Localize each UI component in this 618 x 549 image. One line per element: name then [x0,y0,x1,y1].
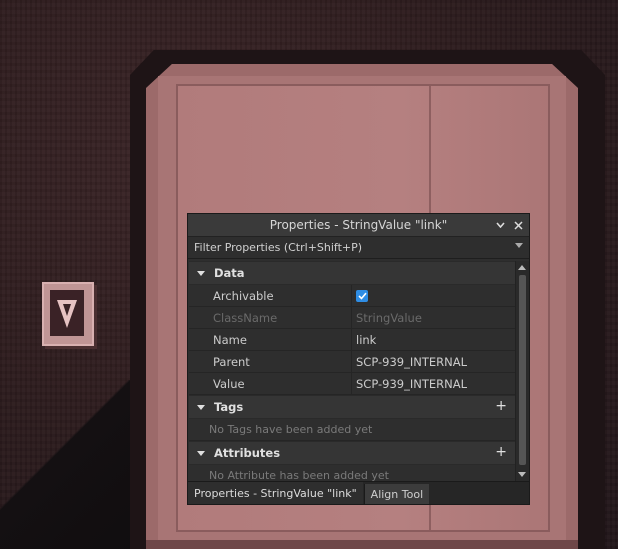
scroll-up-arrow-icon[interactable] [518,265,526,270]
property-row-parent[interactable]: Parent SCP-939_INTERNAL [189,351,515,373]
panel-title: Properties - StringValue "link" [269,218,448,232]
checkmark-icon [357,292,367,300]
property-row-value[interactable]: Value SCP-939_INTERNAL [189,373,515,395]
property-name: ClassName [189,307,352,328]
tab-align-tool[interactable]: Align Tool [363,484,430,504]
panel-tab-bar: Properties - StringValue "link" Align To… [188,481,529,504]
property-value-input[interactable]: SCP-939_INTERNAL [352,351,515,372]
property-value: StringValue [356,310,422,325]
property-name: Value [189,373,352,394]
scroll-down-arrow-icon[interactable] [518,472,526,477]
property-name: Parent [189,351,352,372]
expand-triangle-icon[interactable] [197,404,205,410]
section-tags-label: Tags [214,400,244,414]
panel-titlebar[interactable]: Properties - StringValue "link" [188,214,529,237]
property-name: Archivable [189,285,352,306]
section-data[interactable]: Data [189,261,515,285]
property-list[interactable]: Data Archivable ClassName StringValue Na… [189,261,515,481]
expand-triangle-icon[interactable] [197,270,205,276]
filter-placeholder: Filter Properties (Ctrl+Shift+P) [194,241,363,254]
keypad-face [50,290,84,336]
property-row-archivable[interactable]: Archivable [189,285,515,307]
keypad-button[interactable] [42,282,94,346]
tags-empty-text: No Tags have been added yet [189,419,515,441]
filter-properties-input[interactable]: Filter Properties (Ctrl+Shift+P) [188,237,529,259]
section-data-label: Data [214,266,245,280]
section-attributes-label: Attributes [214,446,281,460]
property-row-name[interactable]: Name link [189,329,515,351]
close-icon[interactable] [513,220,523,230]
add-attribute-plus-icon[interactable]: + [495,444,507,460]
property-name: Name [189,329,352,350]
attributes-empty-text: No Attribute has been added yet [189,465,515,481]
section-attributes[interactable]: Attributes + [189,441,515,465]
tab-properties[interactable]: Properties - StringValue "link" [188,482,363,504]
floor-shadow [0,380,150,549]
expand-triangle-icon[interactable] [197,450,205,456]
property-value-input[interactable]: link [352,329,515,350]
archivable-checkbox[interactable] [356,289,368,302]
section-tags[interactable]: Tags + [189,395,515,419]
scroll-thumb[interactable] [519,275,526,465]
collapse-chevron-icon[interactable] [495,220,505,230]
property-row-classname: ClassName StringValue [189,307,515,329]
filter-dropdown-icon[interactable] [515,243,523,248]
vertical-scrollbar[interactable] [515,261,529,481]
properties-panel[interactable]: Properties - StringValue "link" Filter P… [187,213,530,505]
add-tag-plus-icon[interactable]: + [495,398,507,414]
door-bottom [146,540,578,549]
property-value-input[interactable]: SCP-939_INTERNAL [352,373,515,394]
v-symbol-icon [57,300,77,328]
